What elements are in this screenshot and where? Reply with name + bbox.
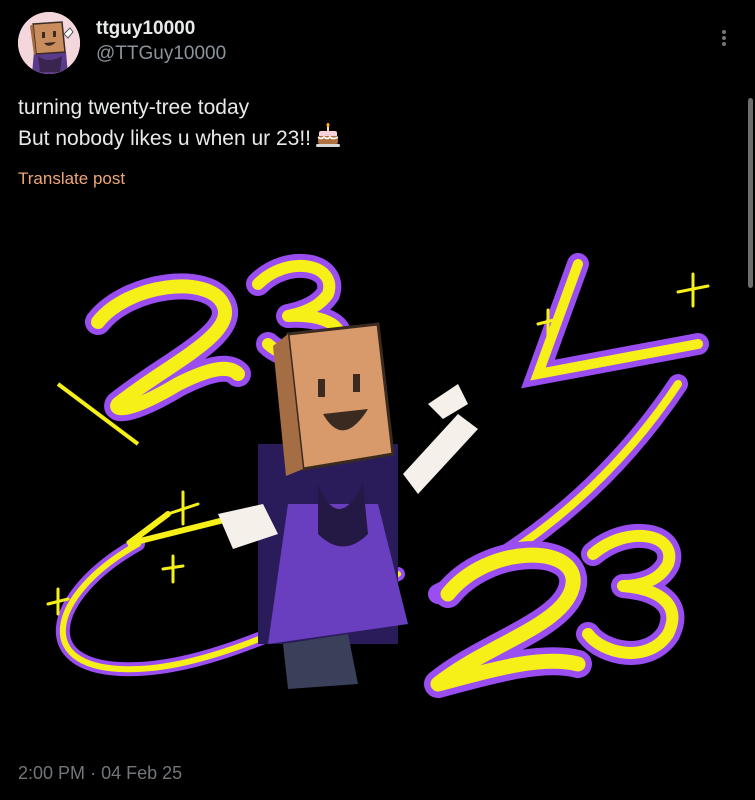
post-image[interactable] [18, 214, 738, 734]
birthday-cake-icon [316, 123, 341, 147]
scrollbar[interactable] [748, 98, 753, 288]
more-options-button[interactable] [714, 26, 734, 50]
post-text-line: But nobody likes u when ur 23!! [18, 127, 312, 150]
author-display-name[interactable]: ttguy10000 [96, 18, 195, 40]
post-timestamp[interactable]: 2:00 PM · 04 Feb 25 [18, 763, 182, 784]
dot [722, 30, 726, 34]
post-date: 04 Feb 25 [101, 763, 183, 783]
dot [722, 36, 726, 40]
birthday-23-artwork [46, 253, 710, 698]
post-text: turning twenty-tree today But nobody lik… [18, 92, 718, 154]
paper-bag-character-avatar-icon [18, 12, 80, 74]
timestamp-separator: · [90, 763, 97, 783]
post-text-line: turning twenty-tree today [18, 96, 250, 119]
dot [722, 42, 726, 46]
post-text-line-with-emoji: But nobody likes u when ur 23!! [18, 123, 718, 154]
translate-post-link[interactable]: Translate post [18, 169, 125, 189]
post-time: 2:00 PM [18, 763, 86, 783]
artwork-number-23-bottom [424, 523, 685, 698]
author-avatar[interactable] [18, 12, 80, 74]
author-handle[interactable]: @TTGuy10000 [96, 43, 226, 65]
